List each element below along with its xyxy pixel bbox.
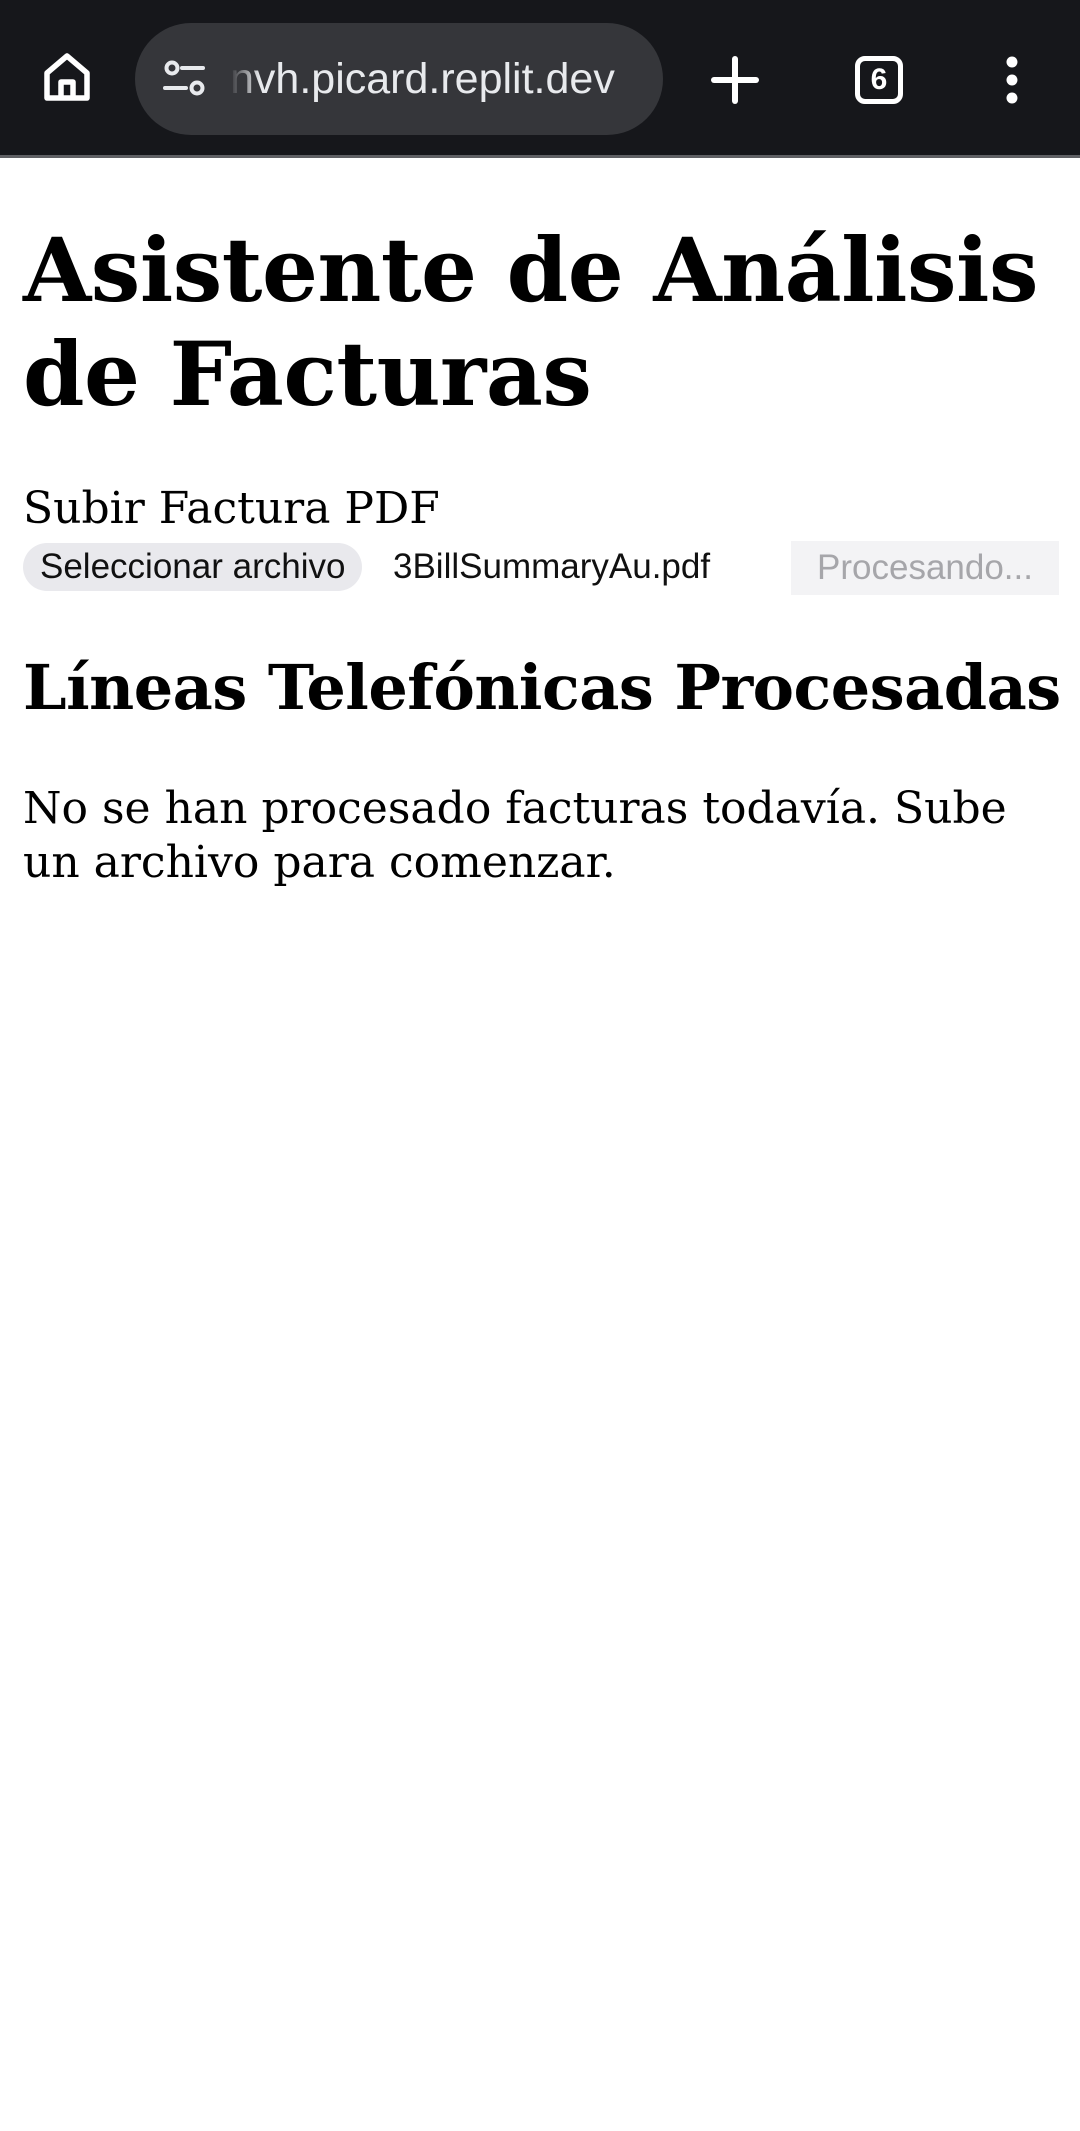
more-vert-icon (1006, 56, 1018, 104)
selected-file-name: 3BillSummaryAu.pdf (393, 547, 711, 586)
upload-label: Subir Factura PDF (23, 483, 440, 534)
home-button[interactable] (32, 42, 102, 112)
url-text[interactable]: nvh.picard.replit.dev (230, 23, 641, 135)
home-icon (44, 53, 90, 101)
new-tab-button[interactable] (700, 45, 770, 115)
tab-switcher-icon: 6 (855, 56, 903, 104)
empty-state-message: No se han procesado facturas todavía. Su… (23, 783, 1007, 888)
browser-toolbar: nvh.picard.replit.dev 6 (0, 0, 1080, 158)
upload-row: Seleccionar archivo 3BillSummaryAu.pdf P… (23, 541, 1063, 595)
tab-count: 6 (870, 63, 888, 96)
address-bar[interactable]: nvh.picard.replit.dev (135, 23, 663, 135)
site-info-button[interactable] (157, 51, 213, 107)
plus-icon (711, 56, 759, 104)
processed-lines-heading: Líneas Telefónicas Procesadas (23, 651, 1061, 724)
url-fade (230, 23, 260, 135)
tab-switcher-button[interactable]: 6 (844, 45, 914, 115)
process-button[interactable]: Procesando... (791, 541, 1059, 595)
browser-menu-button[interactable] (977, 45, 1047, 115)
page-title: Asistente de Análisis de Facturas (23, 218, 1039, 426)
choose-file-button[interactable]: Seleccionar archivo (23, 543, 363, 591)
site-settings-icon (163, 60, 205, 96)
